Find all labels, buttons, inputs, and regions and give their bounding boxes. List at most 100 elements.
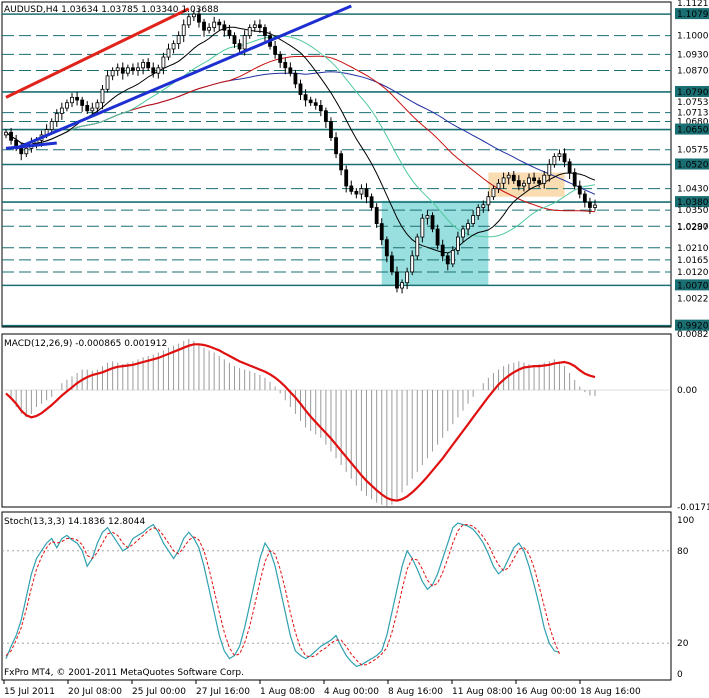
- candle-body: [450, 250, 455, 265]
- candle-body: [395, 271, 399, 289]
- macd-axis-label: 0.00821: [677, 330, 709, 340]
- stoch-title: Stoch(13,3,3) 14.1836 12.8044: [4, 517, 145, 527]
- price-axis-label: 1.08700: [677, 66, 709, 76]
- stoch-axis-label: 20: [677, 639, 689, 649]
- candle-body: [339, 153, 344, 171]
- candle-body: [85, 105, 90, 112]
- candle-body: [506, 174, 511, 179]
- candle-body: [65, 102, 69, 109]
- candle-body: [405, 271, 410, 284]
- candle-body: [389, 255, 394, 273]
- candle-body: [293, 72, 298, 85]
- candle-body: [125, 67, 130, 74]
- candle-body: [80, 99, 85, 106]
- candle-body: [247, 27, 252, 36]
- candle-body: [186, 16, 191, 26]
- candle-body: [481, 204, 486, 208]
- x-axis-label: 1 Aug 08:00: [260, 687, 315, 697]
- candle-body: [349, 185, 354, 192]
- candle-body: [308, 99, 313, 104]
- candle-body: [537, 180, 542, 184]
- candle-body: [24, 147, 29, 155]
- chart-background: [0, 0, 709, 698]
- candle-body: [197, 13, 201, 23]
- candle-body: [374, 207, 379, 224]
- candle-body: [202, 21, 206, 31]
- candle-body: [522, 182, 526, 187]
- candle-body: [257, 24, 262, 28]
- candle-body: [156, 67, 161, 74]
- candle-body: [232, 35, 237, 45]
- candle-body: [146, 62, 151, 69]
- candle-body: [435, 228, 440, 246]
- candle-body: [263, 27, 267, 36]
- x-axis-label: 27 Jul 16:00: [196, 687, 250, 697]
- price-axis-label: 1.07535: [677, 98, 709, 108]
- macd-axis-label: 0.00: [677, 386, 697, 396]
- candle-body: [471, 215, 476, 224]
- chart-canvas: 1.112101.10799 1.10000 1.09300 1.08700 1.079…: [0, 0, 709, 698]
- x-axis-label: 20 Jul 08:00: [68, 687, 122, 697]
- price-axis-label: 1.00220: [677, 294, 709, 304]
- candle-body: [4, 131, 8, 136]
- candle-body: [532, 177, 536, 182]
- candle-body: [217, 21, 222, 26]
- candle-body: [227, 29, 232, 36]
- candle-body: [237, 43, 242, 50]
- candle-body: [166, 48, 171, 58]
- candle-body: [445, 255, 450, 265]
- candle-body: [75, 96, 79, 101]
- candle-body: [384, 239, 389, 257]
- candle-body: [207, 27, 212, 31]
- candle-body: [288, 67, 293, 74]
- candle-body: [582, 193, 587, 203]
- candle-body: [542, 174, 547, 184]
- stoch-axis-label: 100: [677, 516, 694, 526]
- price-axis-label: 1.05750: [677, 146, 709, 156]
- candle-body: [95, 102, 100, 109]
- candle-body: [420, 217, 425, 238]
- candle-body: [136, 67, 140, 71]
- candle-body: [90, 107, 95, 112]
- price-axis-label: 1.04300: [677, 185, 709, 195]
- price-axis-label: 1.10000: [677, 32, 709, 42]
- candle-body: [440, 244, 445, 257]
- candle-body: [593, 204, 597, 208]
- candle-body: [318, 105, 323, 112]
- candle-body: [131, 67, 135, 71]
- macd-title: MACD(12,26,9) -0.000865 0.001912: [4, 339, 167, 349]
- candle-body: [110, 70, 115, 77]
- copyright-text: FxPro MT4, © 2001-2011 MetaQuotes Softwa…: [4, 668, 244, 678]
- candle-body: [572, 172, 577, 187]
- candle-body: [242, 35, 247, 50]
- candle-body: [364, 188, 369, 198]
- x-axis-label: 25 Jul 00:00: [132, 687, 186, 697]
- candle-body: [181, 24, 186, 36]
- candle-body: [283, 62, 288, 69]
- candle-body: [476, 207, 481, 216]
- candle-body: [369, 196, 374, 208]
- macd-axis-label: -0.01714: [677, 503, 709, 513]
- price-axis-label: 1.09300: [677, 50, 709, 60]
- candle-body: [59, 107, 64, 114]
- candle-body: [252, 24, 257, 28]
- candle-body: [323, 110, 328, 122]
- candle-body: [557, 153, 562, 157]
- candle-body: [313, 102, 318, 106]
- candle-body: [588, 201, 592, 208]
- price-axis-label: 1.06500: [677, 126, 709, 136]
- x-axis-label: 15 Jul 2011: [4, 687, 55, 697]
- price-axis-label: 1.00700: [677, 281, 709, 291]
- candle-body: [486, 196, 491, 206]
- symbol-header: AUDUSD,H4 1.03634 1.03785 1.03340 1.0368…: [4, 5, 219, 15]
- candle-body: [359, 188, 364, 195]
- candle-body: [222, 24, 227, 31]
- candle-body: [425, 215, 430, 219]
- candle-body: [273, 45, 278, 55]
- price-axis-label: 1.02100: [677, 244, 709, 254]
- candle-body: [501, 177, 506, 184]
- candle-body: [49, 121, 54, 130]
- stoch-axis-label: 80: [677, 547, 689, 557]
- candle-body: [577, 185, 582, 195]
- price-axis-label: 1.01650: [677, 256, 709, 266]
